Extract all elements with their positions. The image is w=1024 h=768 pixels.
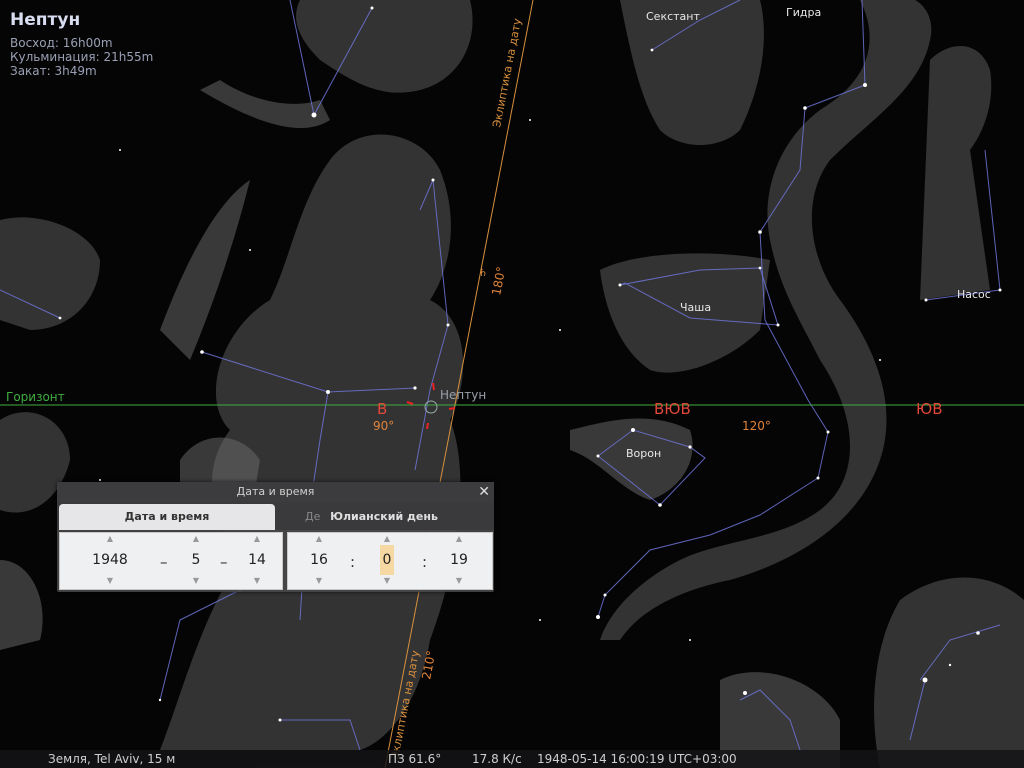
constellation-art [0, 0, 1024, 768]
constellation-antlia: Насос [957, 288, 991, 301]
ecliptic-degree-180: 180° [489, 266, 508, 297]
object-name: Нептун [10, 10, 81, 30]
datetime-tabs: Дата и время Де Юлианский день [57, 502, 494, 530]
status-bar: Земля, Tel Aviv, 15 м ПЗ 61.6° 17.8 К/с … [0, 750, 1024, 768]
constellation-hydra: Гидра [786, 6, 821, 19]
cardinal-se: ЮВ [916, 400, 942, 418]
minute-up-icon[interactable]: ▲ [380, 533, 394, 545]
second-spinner[interactable]: ▲ 19 ▼ [446, 533, 472, 589]
second-up-icon[interactable]: ▲ [446, 533, 472, 545]
minute-spinner[interactable]: ▲ 0 ▼ [380, 533, 394, 589]
datetime-dialog-title: Дата и время [236, 485, 315, 498]
cardinal-east: В [377, 400, 387, 418]
object-set-time: Закат: 3h49m [10, 64, 97, 78]
tab-julian-day[interactable]: Де Юлианский день [277, 504, 491, 530]
status-fov: ПЗ 61.6° [388, 752, 442, 766]
day-down-icon[interactable]: ▼ [242, 575, 272, 587]
second-down-icon[interactable]: ▼ [446, 575, 472, 587]
constellation-corvus: Ворон [626, 447, 661, 460]
year-up-icon[interactable]: ▲ [82, 533, 138, 545]
cardinal-ese: ВЮВ [654, 400, 691, 418]
neptune-label[interactable]: Нептун [440, 388, 486, 402]
hour-down-icon[interactable]: ▼ [306, 575, 332, 587]
time-separator: : [350, 553, 356, 571]
object-rise-time: Восход: 16h00m [10, 36, 113, 50]
saturn-symbol: ♄ [478, 266, 488, 279]
azimuth-120: 120° [742, 419, 771, 433]
tab-date-time[interactable]: Дата и время [59, 504, 275, 530]
date-separator: – [160, 553, 168, 571]
day-value[interactable]: 14 [242, 545, 272, 575]
month-up-icon[interactable]: ▲ [184, 533, 208, 545]
datetime-dialog-titlebar[interactable]: Дата и время ✕ [57, 482, 494, 502]
day-up-icon[interactable]: ▲ [242, 533, 272, 545]
time-panel: ▲ 16 ▼ : ▲ 0 ▼ : ▲ 19 ▼ [287, 532, 493, 590]
hour-value[interactable]: 16 [306, 545, 332, 575]
year-value[interactable]: 1948 [82, 545, 138, 575]
tab-hidden-text: Де [305, 510, 321, 523]
month-value[interactable]: 5 [184, 545, 208, 575]
azimuth-90: 90° [373, 419, 394, 433]
time-separator: : [422, 553, 428, 571]
datetime-fields: ▲ 1948 ▼ – ▲ 5 ▼ – ▲ 14 ▼ ▲ 16 ▼ : ▲ 0 ▼… [57, 530, 494, 590]
status-datetime[interactable]: 1948-05-14 16:00:19 UTC+03:00 [537, 752, 737, 766]
status-fps: 17.8 К/с [472, 752, 522, 766]
hour-up-icon[interactable]: ▲ [306, 533, 332, 545]
minute-down-icon[interactable]: ▼ [380, 575, 394, 587]
tab-julian-label: Юлианский день [330, 510, 438, 523]
status-location[interactable]: Земля, Tel Aviv, 15 м [48, 752, 175, 766]
sky-view[interactable]: Эклиптика на дату Эклиптика на дату 180°… [0, 0, 1024, 768]
month-spinner[interactable]: ▲ 5 ▼ [184, 533, 208, 589]
hour-spinner[interactable]: ▲ 16 ▼ [306, 533, 332, 589]
day-spinner[interactable]: ▲ 14 ▼ [242, 533, 272, 589]
minute-value[interactable]: 0 [380, 545, 394, 575]
object-info-panel: Нептун Восход: 16h00m Кульминация: 21h55… [10, 10, 153, 78]
month-down-icon[interactable]: ▼ [184, 575, 208, 587]
year-spinner[interactable]: ▲ 1948 ▼ [82, 533, 138, 589]
date-separator: – [220, 553, 228, 571]
constellation-crater: Чаша [680, 301, 711, 314]
close-icon[interactable]: ✕ [478, 482, 490, 502]
object-transit-time: Кульминация: 21h55m [10, 50, 154, 64]
second-value[interactable]: 19 [446, 545, 472, 575]
datetime-dialog: Дата и время ✕ Дата и время Де Юлианский… [57, 482, 494, 592]
date-panel: ▲ 1948 ▼ – ▲ 5 ▼ – ▲ 14 ▼ [59, 532, 283, 590]
year-down-icon[interactable]: ▼ [82, 575, 138, 587]
horizon-label: Горизонт [6, 390, 65, 404]
constellation-sextant: Секстант [646, 10, 700, 23]
